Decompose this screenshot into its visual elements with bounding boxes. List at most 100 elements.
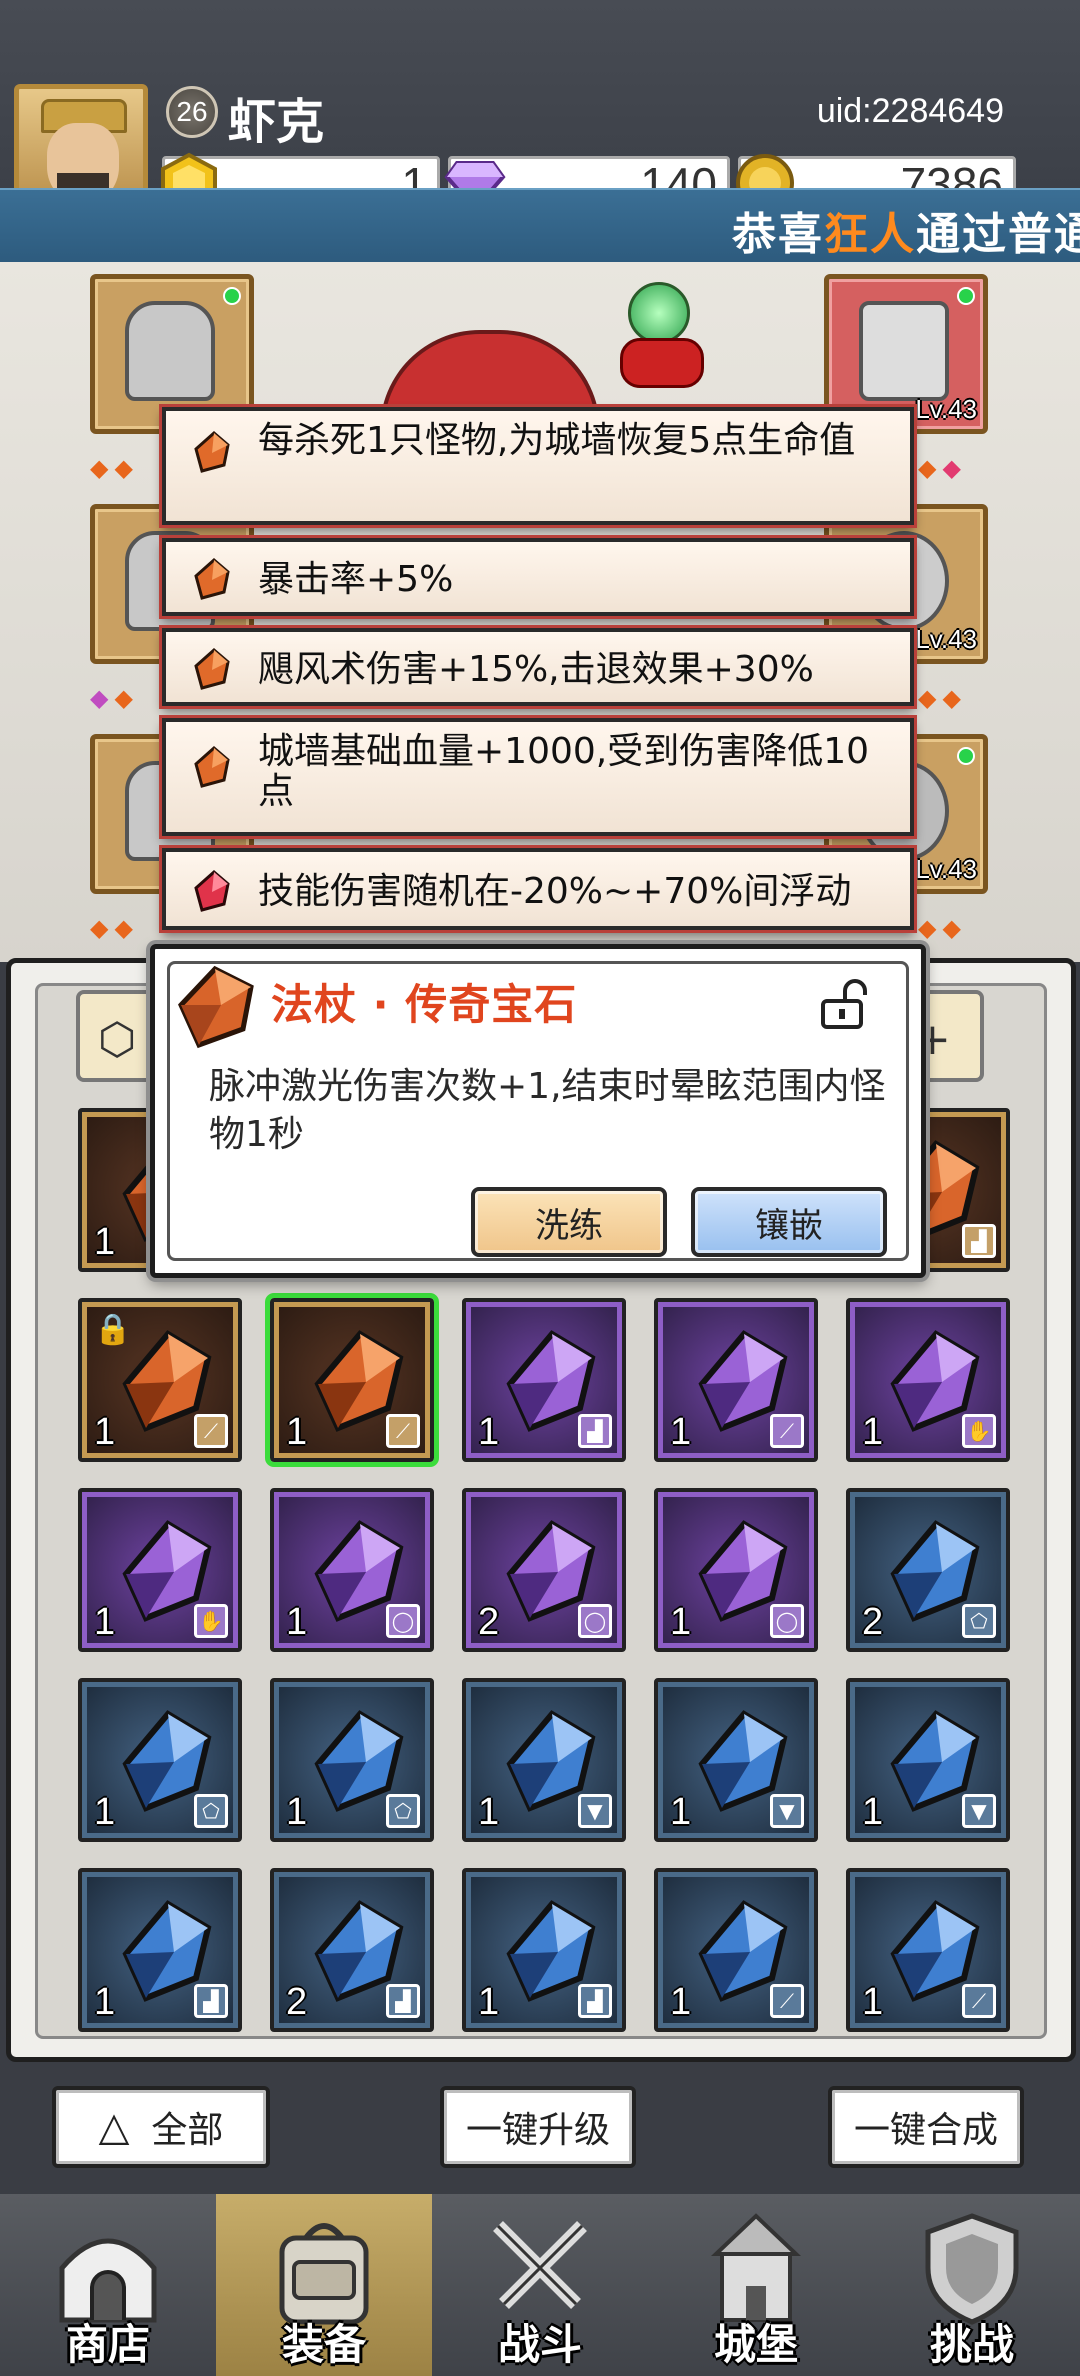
gem-cell[interactable]: 1▟: [78, 1868, 242, 2032]
gem-cell[interactable]: 1 ◯: [654, 1488, 818, 1652]
gem-count: 1: [670, 1791, 692, 1833]
nav-battle-label: 战斗: [497, 2320, 582, 2369]
gem-count: 1: [286, 1601, 308, 1643]
attribute-text: 技能伤害随机在-20%~+70%间浮动: [258, 871, 852, 912]
gem-cell[interactable]: 1 ▼: [846, 1678, 1010, 1842]
player-uid: uid:2284649: [816, 92, 1004, 130]
gem-tooltip: 法杖 · 传奇宝石 脉冲激光伤害次数+1,结束时晕眩范围内怪物1秒 洗练 镶嵌: [150, 944, 926, 1278]
wash-button[interactable]: 洗练: [471, 1187, 667, 1257]
nav-battle[interactable]: 战斗: [432, 2194, 648, 2376]
bottom-nav: 商店 装备 战斗 城堡 挑战: [0, 2194, 1080, 2376]
gem-count: 2: [862, 1601, 884, 1643]
staff-icon: ⟋: [194, 1414, 228, 1448]
attribute-strip: 城墙基础血量+1000,受到伤害降低10点: [162, 718, 914, 836]
nav-challenge[interactable]: 挑战: [864, 2194, 1080, 2376]
gem-cell[interactable]: 1 ⟋: [654, 1298, 818, 1462]
attribute-strip: 技能伤害随机在-20%~+70%间浮动: [162, 848, 914, 930]
gem-socket-row: ◆◆: [90, 914, 139, 942]
boot-icon: ▟: [962, 1224, 996, 1258]
gem-cell[interactable]: 1 ⟋: [654, 1868, 818, 2032]
gem-cell[interactable]: 2 ◯: [462, 1488, 626, 1652]
gem-count: 1: [862, 1981, 884, 2023]
app-root: 26 虾克 uid:2284649 1 140 7386 恭喜狂人通过普 Lv.…: [0, 0, 1080, 2376]
attribute-text: 飓风术伤害+15%,击退效果+30%: [258, 649, 814, 690]
gem-count: 1: [94, 1791, 116, 1833]
gem-count: 1: [286, 1411, 308, 1453]
gem-cell[interactable]: 1 ✋: [78, 1488, 242, 1652]
staff-icon: ⟋: [386, 1414, 420, 1448]
one-click-merge-button[interactable]: 一键合成: [828, 2086, 1024, 2168]
nav-equipment[interactable]: 装备: [216, 2194, 432, 2376]
gauntlet-icon: ✋: [962, 1414, 996, 1448]
boot-icon: ▟: [578, 1984, 612, 2018]
equip-level: Lv.43: [915, 854, 977, 884]
gem-cell[interactable]: 2 ▟: [270, 1868, 434, 2032]
gem-cell[interactable]: 1 ✋: [846, 1298, 1010, 1462]
shield-icon: ⬠: [194, 1794, 228, 1828]
unlock-icon[interactable]: [815, 977, 869, 1031]
nav-shop-label: 商店: [65, 2320, 150, 2369]
shop-icon: [59, 2238, 157, 2323]
player-level-badge: 26: [166, 86, 218, 138]
gem-cell[interactable]: 1▟: [462, 1298, 626, 1462]
challenge-shield-icon: [925, 2213, 1019, 2325]
armor-icon: ▼: [962, 1794, 996, 1828]
one-click-upgrade-button[interactable]: 一键升级: [440, 2086, 636, 2168]
attribute-strip: 暴击率+5%: [162, 538, 914, 616]
nav-challenge-label: 挑战: [929, 2320, 1014, 2369]
attribute-text: 暴击率+5%: [258, 559, 454, 600]
legend-gem-icon: [178, 965, 254, 1049]
gem-count: 1: [670, 1411, 692, 1453]
boot-icon: ▟: [578, 1414, 612, 1448]
backpack-icon: [279, 2223, 369, 2325]
gem-cell[interactable]: 1▟: [462, 1868, 626, 2032]
orange-gem-icon: [194, 558, 230, 600]
gem-cell[interactable]: 1 ⟋: [265, 1293, 439, 1467]
gem-count: 1: [670, 1601, 692, 1643]
broadcast-player-name: 狂人: [824, 209, 916, 260]
upgrade-dot: [957, 287, 975, 305]
ring-icon: ◯: [578, 1604, 612, 1638]
filter-all-button[interactable]: △ 全部: [52, 2086, 270, 2168]
gem-cell[interactable]: 1 ◯: [270, 1488, 434, 1652]
staff-icon: ⟋: [770, 1414, 804, 1448]
shield-icon: ⬠: [962, 1604, 996, 1638]
gem-cell[interactable]: 🔒 1 ⟋: [78, 1298, 242, 1462]
nav-castle[interactable]: 城堡: [648, 2194, 864, 2376]
lock-icon: 🔒: [94, 1312, 132, 1347]
gem-count: 1: [94, 1221, 116, 1263]
gem-cell[interactable]: 1 ▼: [462, 1678, 626, 1842]
gem-count: 2: [286, 1981, 308, 2023]
gem-cell[interactable]: 1 ⬠: [78, 1678, 242, 1842]
crossbow-icon: [859, 301, 949, 401]
broadcast-banner: 恭喜狂人通过普通: [0, 188, 1080, 264]
nav-shop[interactable]: 商店: [0, 2194, 216, 2376]
helmet-icon: [125, 301, 215, 401]
broadcast-suffix: 通过普通: [916, 209, 1080, 260]
gem-socket-row: ◆◆: [918, 914, 967, 942]
gem-cell[interactable]: 2 ⬠: [846, 1488, 1010, 1652]
gem-socket-row: ◆◆: [90, 684, 139, 712]
gem-count: 1: [670, 1981, 692, 2023]
hero-staff-orb: [628, 282, 690, 344]
triangle-up-icon: △: [98, 2104, 130, 2150]
gem-count: 2: [478, 1601, 500, 1643]
staff-icon: ⟋: [962, 1984, 996, 2018]
player-name: 虾克: [228, 94, 325, 150]
gem-outline-icon: ⬡: [98, 1014, 137, 1065]
gem-cell[interactable]: 1 ▼: [654, 1678, 818, 1842]
broadcast-text: 恭喜狂人通过普通: [732, 198, 1080, 262]
gem-count: 1: [478, 1981, 500, 2023]
inlay-button[interactable]: 镶嵌: [691, 1187, 887, 1257]
gem-count: 1: [286, 1791, 308, 1833]
gem-count: 1: [478, 1411, 500, 1453]
gem-cell[interactable]: 1 ⬠: [270, 1678, 434, 1842]
upgrade-dot: [957, 747, 975, 765]
armor-icon: ▼: [770, 1794, 804, 1828]
boot-icon: ▟: [386, 1984, 420, 2018]
gem-cell[interactable]: 1 ⟋: [846, 1868, 1010, 2032]
ring-icon: ◯: [770, 1604, 804, 1638]
attribute-strip: 每杀死1只怪物,为城墙恢复5点生命值: [162, 407, 914, 525]
attribute-text: 每杀死1只怪物,为城墙恢复5点生命值: [258, 420, 856, 461]
red-gem-icon: [194, 870, 230, 912]
